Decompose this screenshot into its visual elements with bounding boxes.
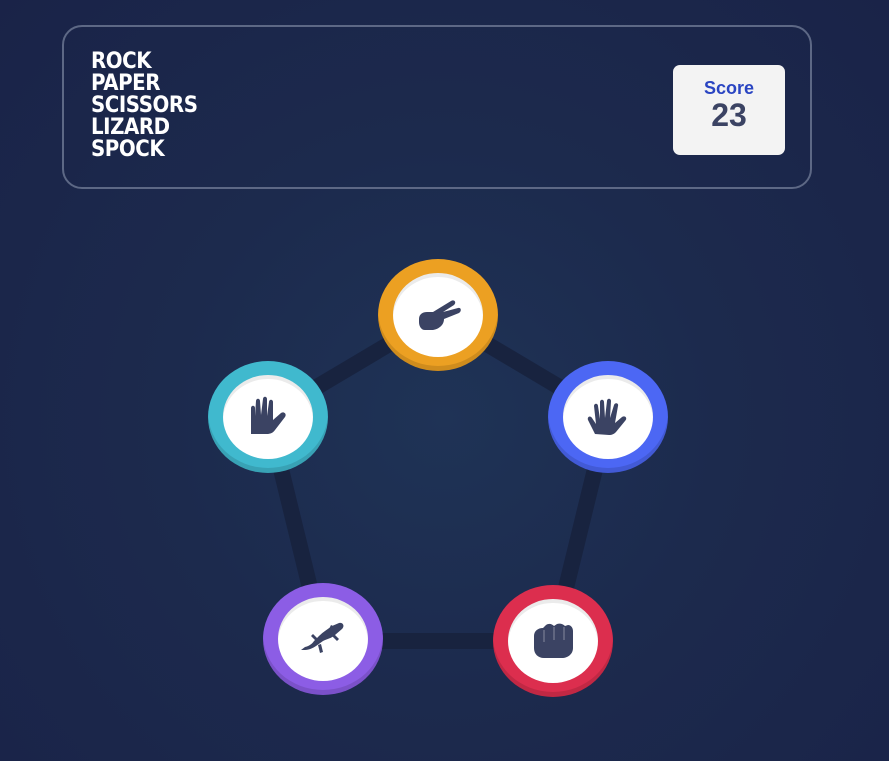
scissors-token-face [393, 273, 483, 357]
rock-token-face [508, 599, 598, 683]
scissors-token[interactable] [378, 259, 498, 371]
rock-fist-icon [534, 623, 573, 658]
game-board [0, 0, 889, 761]
lizard-token-face [278, 597, 368, 681]
rock-token[interactable] [493, 585, 613, 697]
paper-token[interactable] [548, 361, 668, 473]
scissors-hand-icon [419, 300, 461, 330]
spock-token[interactable] [208, 361, 328, 473]
lizard-token[interactable] [263, 583, 383, 695]
spock-token-face [223, 375, 313, 459]
pentagon-lines [260, 307, 616, 649]
lizard-icon [301, 622, 344, 653]
spock-hand-icon [251, 396, 286, 434]
paper-hand-icon [587, 398, 627, 435]
paper-token-face [563, 375, 653, 459]
